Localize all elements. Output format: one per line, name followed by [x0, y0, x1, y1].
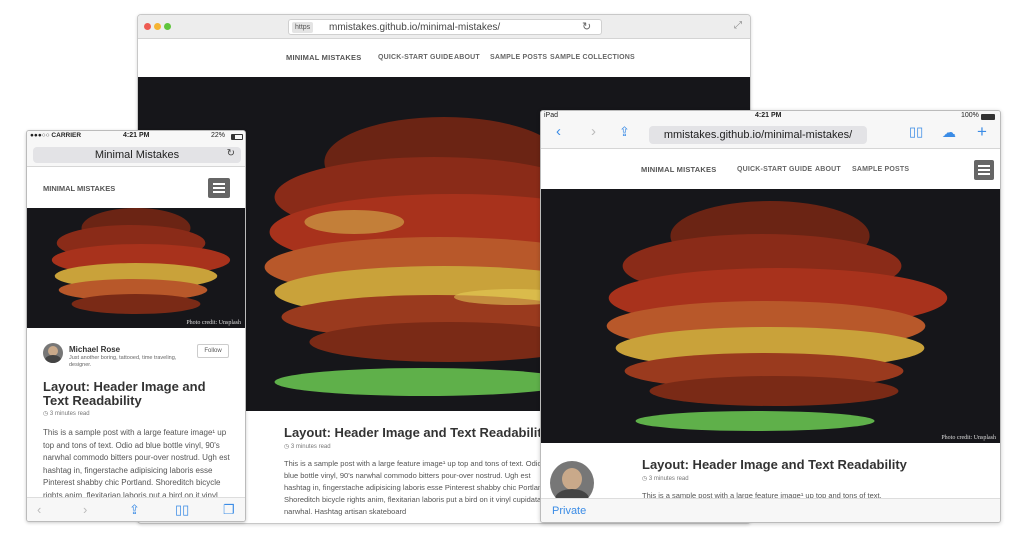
tablet-url-text[interactable]: mmistakes.github.io/minimal-mistakes/	[649, 129, 867, 141]
photo-credit: Photo credit: Unsplash	[186, 320, 241, 326]
tablet-browser: iPad 4:21 PM 100% ‹ › ⇪ mmistakes.github…	[540, 110, 1001, 523]
follow-button[interactable]: Follow	[197, 344, 229, 358]
share-icon[interactable]: ⇪	[619, 124, 630, 140]
author-bio: Just another boring, tattooed, time trav…	[69, 355, 177, 368]
nav-sample-posts[interactable]: SAMPLE POSTS	[490, 54, 547, 61]
share-icon[interactable]: ⇪	[129, 502, 140, 518]
phone-browser: ●●●○○ CARRIER 4:21 PM 22% Minimal Mistak…	[26, 130, 246, 522]
close-window-button[interactable]	[144, 23, 151, 30]
read-time-text: 3 minutes read	[49, 411, 90, 417]
tablet-address-field[interactable]: mmistakes.github.io/minimal-mistakes/	[649, 126, 867, 144]
private-mode-button[interactable]: Private	[552, 505, 586, 517]
desktop-title-bar: https mmistakes.github.io/minimal-mistak…	[138, 15, 750, 39]
phone-post-body: This is a sample post with a large featu…	[43, 428, 230, 500]
expand-icon[interactable]: ⤢	[734, 20, 742, 31]
read-time-text: 3 minutes read	[290, 444, 331, 450]
phone-site-nav: MINIMAL MISTAKES	[27, 168, 245, 208]
tabs-icon[interactable]: ❐	[223, 502, 235, 518]
tablet-url-bar: ‹ › ⇪ mmistakes.github.io/minimal-mistak…	[541, 122, 1000, 149]
cloud-icon[interactable]: ☁	[942, 124, 956, 141]
zoom-window-button[interactable]	[164, 23, 171, 30]
phone-page-title[interactable]: Minimal Mistakes	[33, 149, 241, 161]
leaves-illustration	[51, 208, 231, 314]
leaves-illustration	[606, 201, 948, 431]
site-brand-link[interactable]: MINIMAL MISTAKES	[641, 165, 716, 174]
hamburger-icon[interactable]	[974, 160, 994, 180]
tablet-post-title: Layout: Header Image and Text Readabilit…	[642, 457, 907, 472]
phone-status-bar: ●●●○○ CARRIER 4:21 PM 22%	[27, 131, 245, 143]
desktop-address-bar[interactable]: https mmistakes.github.io/minimal-mistak…	[288, 19, 602, 35]
https-badge: https	[292, 22, 314, 33]
tablet-site-nav: MINIMAL MISTAKES QUICK-START GUIDE ABOUT…	[541, 151, 1000, 189]
battery-icon	[231, 134, 243, 140]
back-icon[interactable]: ‹	[37, 502, 41, 517]
desktop-site-nav: MINIMAL MISTAKES QUICK-START GUIDE ABOUT…	[138, 39, 750, 77]
nav-sample-posts[interactable]: SAMPLE POSTS	[852, 166, 909, 173]
bookmarks-icon[interactable]: ▯▯	[909, 124, 923, 140]
nav-sample-collections[interactable]: SAMPLE COLLECTIONS	[550, 54, 635, 61]
clock-icon: ◷	[43, 411, 49, 417]
phone-battery: 22%	[211, 132, 226, 139]
device-label: iPad	[544, 112, 559, 119]
reload-icon[interactable]: ↻	[582, 20, 591, 33]
photo-credit: Photo credit: Unsplash	[941, 435, 996, 441]
nav-quick-start-guide[interactable]: QUICK-START GUIDE	[378, 54, 453, 61]
nav-about[interactable]: ABOUT	[454, 54, 480, 61]
site-brand-link[interactable]: MINIMAL MISTAKES	[43, 184, 115, 193]
site-brand-link[interactable]: MINIMAL MISTAKES	[286, 53, 361, 62]
phone-url-bar: Minimal Mistakes ↻	[27, 143, 245, 167]
hamburger-icon[interactable]	[208, 178, 230, 198]
plus-icon[interactable]: +	[977, 122, 987, 142]
battery-icon	[981, 114, 995, 120]
desktop-read-time: ◷ 3 minutes read	[284, 443, 331, 450]
clock-icon: ◷	[284, 444, 290, 450]
read-time-text: 3 minutes read	[648, 476, 689, 482]
tablet-read-time: ◷ 3 minutes read	[642, 475, 689, 482]
desktop-post-body: This is a sample post with a large featu…	[284, 459, 553, 516]
avatar	[43, 343, 63, 363]
phone-header-image: Photo credit: Unsplash	[27, 208, 245, 328]
tablet-bottom-bar: Private	[541, 498, 1000, 522]
tablet-header-image: Photo credit: Unsplash	[541, 189, 1000, 443]
nav-about[interactable]: ABOUT	[815, 166, 841, 173]
tablet-time: 4:21 PM	[755, 112, 782, 119]
desktop-url-text[interactable]: mmistakes.github.io/minimal-mistakes/	[329, 21, 500, 35]
author-name: Michael Rose	[69, 345, 121, 354]
minimize-window-button[interactable]	[154, 23, 161, 30]
clock-icon: ◷	[642, 476, 648, 482]
back-icon[interactable]: ‹	[556, 123, 561, 140]
forward-icon[interactable]: ›	[83, 502, 87, 517]
phone-time: 4:21 PM	[123, 132, 150, 139]
phone-address-field[interactable]: Minimal Mistakes ↻	[33, 147, 241, 163]
carrier-label: ●●●○○ CARRIER	[30, 132, 82, 139]
phone-post-title: Layout: Header Image and Text Readabilit…	[43, 379, 206, 408]
tablet-battery: 100%	[961, 112, 979, 119]
bookmarks-icon[interactable]: ▯▯	[175, 502, 189, 518]
phone-read-time: ◷ 3 minutes read	[43, 410, 90, 417]
forward-icon[interactable]: ›	[591, 123, 596, 140]
nav-quick-start-guide[interactable]: QUICK-START GUIDE	[737, 166, 812, 173]
reload-icon[interactable]: ↻	[227, 148, 235, 159]
phone-toolbar: ‹ › ⇪ ▯▯ ❐	[27, 497, 245, 521]
desktop-post-title: Layout: Header Image and Text Readabilit…	[284, 425, 549, 440]
tablet-status-bar: iPad 4:21 PM 100%	[541, 111, 1000, 123]
